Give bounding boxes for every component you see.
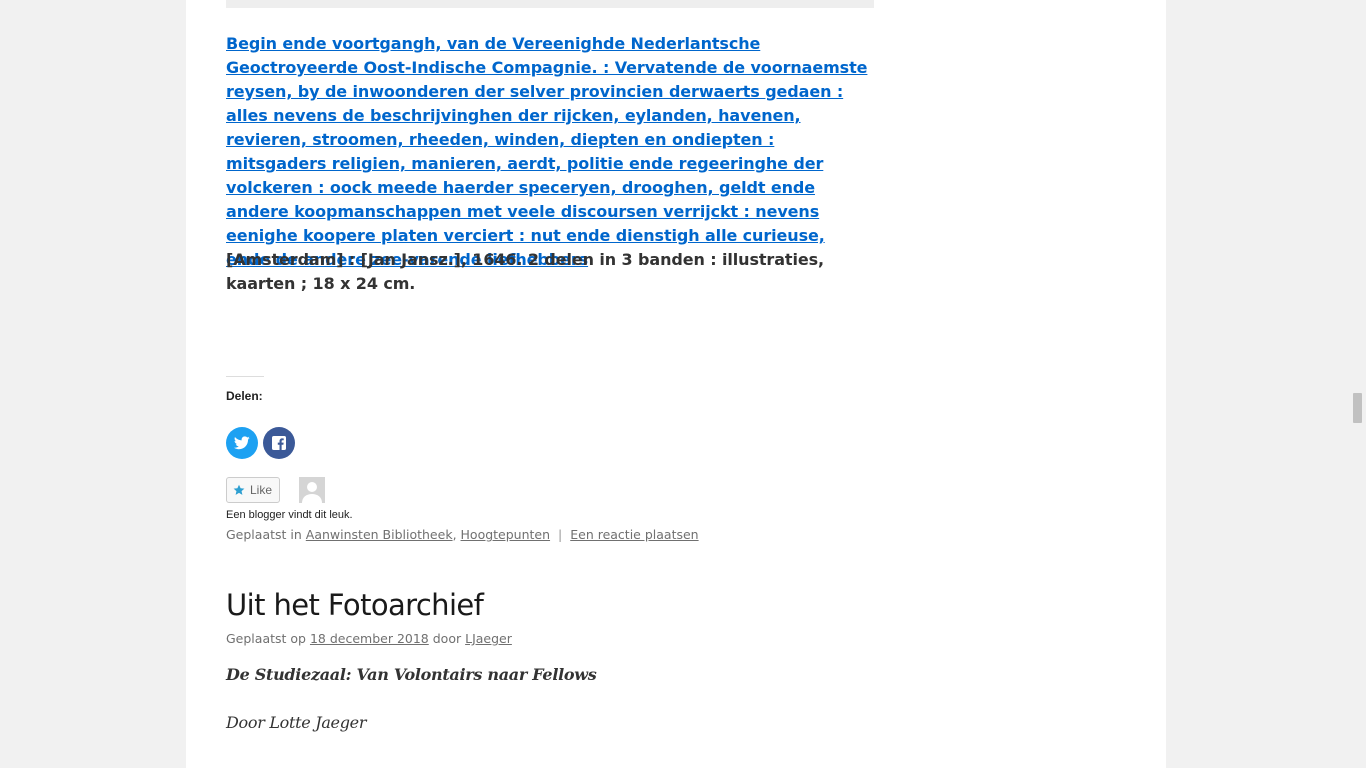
category-link-aanwinsten[interactable]: Aanwinsten Bibliotheek — [306, 527, 453, 542]
scrollbar-thumb[interactable] — [1353, 393, 1362, 423]
like-button[interactable]: Like — [226, 477, 280, 503]
default-avatar-icon — [299, 477, 325, 503]
like-label: Like — [250, 483, 273, 497]
share-twitter-button[interactable] — [226, 427, 258, 459]
share-facebook-button[interactable] — [263, 427, 295, 459]
star-icon — [233, 484, 245, 495]
categories-prefix: Geplaatst in — [226, 527, 302, 542]
share-heading: Delen: — [226, 389, 263, 403]
book-title-link[interactable]: Begin ende voortgangh, van de Vereenighd… — [226, 32, 874, 272]
likes-note: Een blogger vindt dit leuk. — [226, 509, 353, 521]
post-date-link[interactable]: 18 december 2018 — [310, 631, 429, 646]
avatar[interactable] — [299, 477, 325, 503]
post-title[interactable]: Uit het Fotoarchief — [226, 588, 484, 622]
category-link-hoogtepunten[interactable]: Hoogtepunten — [461, 527, 551, 542]
book-publication-details: [Amsterdam] : [Jan Jansz.], 1646. 2 dele… — [226, 250, 824, 293]
post-subtitle: De Studiezaal: Van Volontairs naar Fello… — [226, 665, 597, 684]
page-container: Begin ende voortgangh, van de Vereenighd… — [186, 0, 1166, 768]
post-footer: Geplaatst in Aanwinsten Bibliotheek, Hoo… — [226, 527, 699, 542]
comment-link[interactable]: Een reactie plaatsen — [570, 527, 698, 542]
post-meta-prefix: Geplaatst op — [226, 631, 306, 646]
footer-separator: | — [558, 527, 563, 542]
facebook-icon — [272, 436, 286, 450]
share-divider — [226, 376, 264, 377]
post-byline: Door Lotte Jaeger — [226, 713, 367, 732]
image-placeholder-bottom — [226, 0, 874, 8]
twitter-icon — [234, 436, 250, 450]
post-meta: Geplaatst op 18 december 2018 door LJaeg… — [226, 631, 512, 646]
post-author-link[interactable]: LJaeger — [465, 631, 512, 646]
category-comma: , — [452, 527, 457, 542]
post-meta-by: door — [432, 631, 462, 646]
